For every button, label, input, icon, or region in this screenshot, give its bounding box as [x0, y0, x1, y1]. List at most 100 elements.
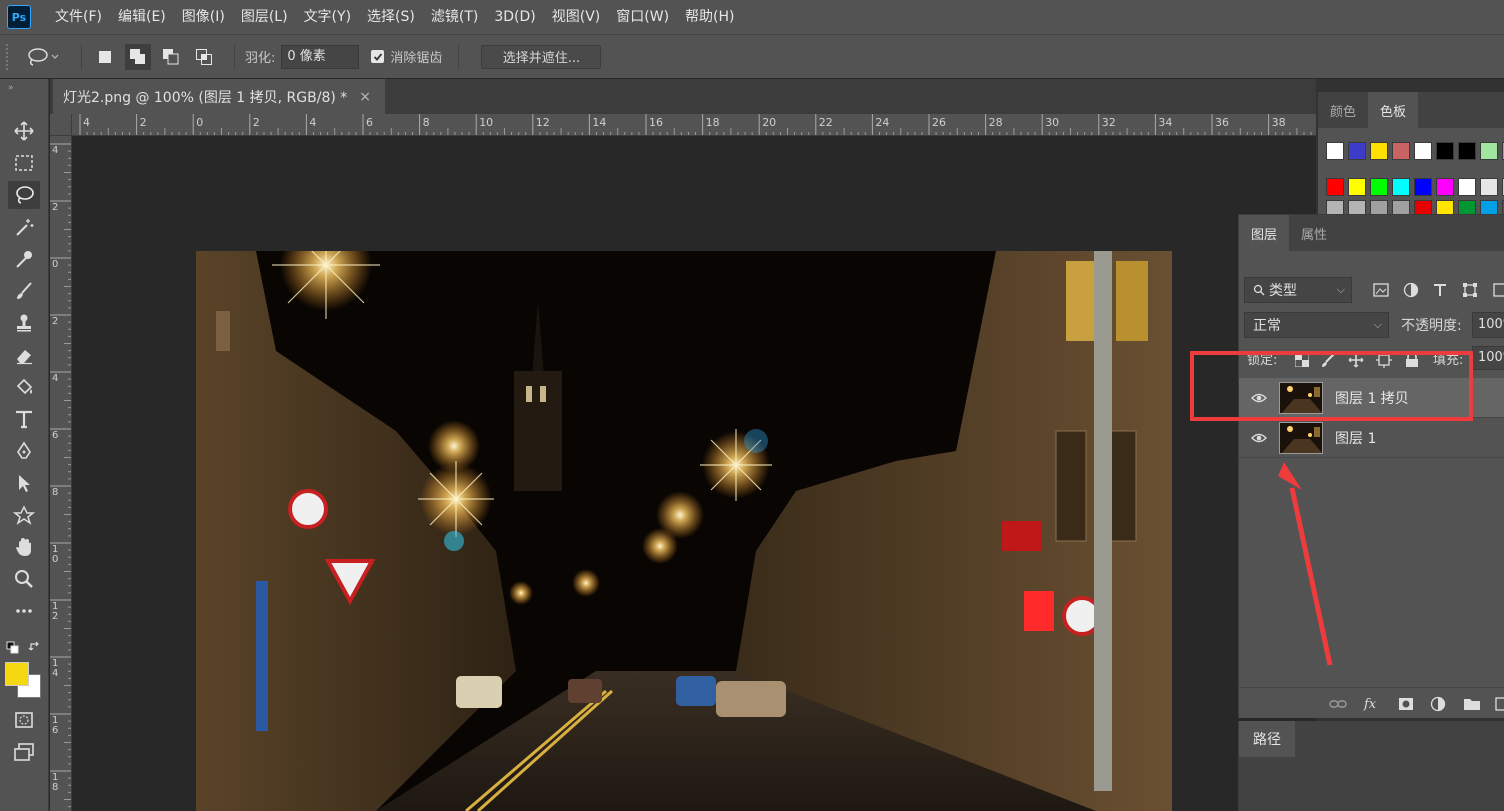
color-swatch[interactable] — [1436, 142, 1454, 160]
menu-item[interactable]: 文字(Y) — [296, 0, 359, 34]
link-layers-icon[interactable] — [1329, 695, 1347, 713]
more-tools-icon[interactable] — [8, 597, 40, 625]
brush-tool-icon[interactable] — [8, 277, 40, 305]
menu-item[interactable]: 编辑(E) — [110, 0, 174, 34]
ruler-tick-label: 0 — [196, 116, 204, 129]
color-swatch[interactable] — [1392, 178, 1410, 196]
filter-smart-object-icon[interactable] — [1491, 281, 1504, 299]
type-tool-icon[interactable] — [8, 405, 40, 433]
swap-colors-icon[interactable] — [28, 640, 42, 658]
pen-tool-icon[interactable] — [8, 437, 40, 465]
stamp-tool-icon[interactable] — [8, 309, 40, 337]
new-layer-icon[interactable] — [1493, 695, 1504, 713]
filter-shape-layers-icon[interactable] — [1461, 281, 1479, 299]
filter-adjustment-layers-icon[interactable] — [1402, 281, 1420, 299]
lasso-preset-icon[interactable] — [24, 44, 64, 70]
color-swatch[interactable] — [1436, 178, 1454, 196]
lasso-tool-icon[interactable] — [8, 181, 40, 209]
menu-item[interactable]: 滤镜(T) — [423, 0, 486, 34]
color-swatch[interactable] — [1480, 178, 1498, 196]
add-mask-icon[interactable] — [1397, 695, 1415, 713]
layers-tab[interactable]: 图层 — [1239, 215, 1290, 251]
feather-input[interactable]: 0 像素 — [281, 44, 360, 69]
color-swatch[interactable] — [1348, 142, 1366, 160]
menu-item[interactable]: 帮助(H) — [677, 0, 742, 34]
filter-pixel-layers-icon[interactable] — [1372, 281, 1390, 299]
path-selection-tool-icon[interactable] — [8, 469, 40, 497]
menu-item[interactable]: 图像(I) — [174, 0, 233, 34]
color-swatch[interactable] — [1458, 142, 1476, 160]
color-swatch[interactable] — [1458, 178, 1476, 196]
swatches-tab[interactable]: 颜色 — [1318, 92, 1368, 128]
screen-mode-icon[interactable] — [8, 738, 40, 766]
ruler-tick-label: 1 4 — [52, 658, 59, 679]
document-tab[interactable]: 灯光2.png @ 100% (图层 1 拷贝, RGB/8) * × — [53, 79, 385, 114]
new-group-icon[interactable] — [1463, 695, 1481, 713]
color-swatch[interactable] — [1414, 142, 1432, 160]
annotation-highlight-box — [1190, 351, 1473, 421]
menu-item[interactable]: 文件(F) — [47, 0, 110, 34]
antialias-label: 消除锯齿 — [390, 51, 443, 66]
opacity-input[interactable]: 100% — [1472, 312, 1504, 338]
new-adjustment-layer-icon[interactable] — [1429, 695, 1447, 713]
ruler-tick-label: 22 — [818, 116, 833, 129]
color-swatch[interactable] — [1348, 178, 1366, 196]
filter-type-layers-icon[interactable] — [1431, 281, 1449, 299]
menu-item[interactable]: 选择(S) — [359, 0, 423, 34]
color-swatch[interactable] — [1392, 142, 1410, 160]
ruler-tick-label: 1 0 — [52, 544, 59, 565]
foreground-color-swatch[interactable] — [5, 662, 29, 686]
night-street-image[interactable] — [196, 251, 1172, 811]
options-grip[interactable] — [6, 43, 12, 70]
tools-panel: » — [0, 79, 49, 811]
horizontal-ruler[interactable]: 4 2 0 2 4 6 8 10 12 14 16 18 20 22 24 26 28 30 32 34 36 38 — [50, 114, 1316, 136]
check-icon — [373, 52, 383, 61]
color-swatch[interactable] — [1370, 142, 1388, 160]
ruler-tick-label: 30 — [1045, 116, 1060, 129]
fill-input[interactable]: 100% — [1472, 346, 1504, 370]
new-selection-icon[interactable] — [92, 44, 118, 70]
marquee-tool-icon[interactable] — [8, 149, 40, 177]
select-and-mask-button[interactable]: 选择并遮住... — [481, 44, 602, 69]
antialias-checkbox[interactable] — [371, 50, 385, 63]
add-to-selection-icon[interactable] — [125, 43, 151, 70]
close-tab-icon[interactable]: × — [359, 89, 371, 105]
separator — [234, 43, 235, 70]
quick-mask-icon[interactable] — [8, 706, 40, 734]
color-swatch[interactable] — [1326, 142, 1344, 160]
paint-bucket-tool-icon[interactable] — [8, 373, 40, 401]
layer-filter-dropdown[interactable]: 类型 ⌵ — [1244, 277, 1352, 303]
vertical-ruler[interactable]: 4 2 0 2 4 6 8 1 0 1 2 1 4 1 6 1 8 — [50, 136, 72, 811]
ruler-origin[interactable] — [50, 114, 72, 136]
color-swatch[interactable] — [1414, 178, 1432, 196]
layer-row[interactable]: 图层 1 — [1239, 418, 1504, 458]
default-colors-icon[interactable] — [6, 641, 20, 659]
paths-tab[interactable]: 路径 — [1239, 721, 1295, 757]
move-tool-icon[interactable] — [8, 117, 40, 145]
ruler-tick-label: 4 — [83, 116, 90, 129]
eyedropper-tool-icon[interactable] — [8, 245, 40, 273]
hand-tool-icon[interactable] — [8, 533, 40, 561]
color-swatch[interactable] — [1370, 178, 1388, 196]
custom-shape-tool-icon[interactable] — [8, 501, 40, 529]
eraser-tool-icon[interactable] — [8, 341, 40, 369]
menu-item[interactable]: 窗口(W) — [608, 0, 677, 34]
blend-mode-dropdown[interactable]: 正常 ⌵ — [1244, 312, 1389, 338]
visibility-eye-icon[interactable] — [1239, 432, 1279, 444]
intersect-selection-icon[interactable] — [191, 44, 217, 70]
layers-tab[interactable]: 属性 — [1289, 215, 1339, 251]
zoom-tool-icon[interactable] — [8, 565, 40, 593]
menu-item[interactable]: 图层(L) — [233, 0, 296, 34]
menu-item[interactable]: 3D(D) — [486, 0, 543, 34]
collapse-toolbar-icon[interactable]: » — [8, 83, 14, 93]
color-swatch[interactable] — [1326, 178, 1344, 196]
photoshop-logo[interactable]: Ps — [7, 5, 31, 29]
swatches-tab[interactable]: 色板 — [1368, 92, 1419, 128]
menu-item[interactable]: 视图(V) — [544, 0, 609, 34]
chevron-down-icon: ⌵ — [1336, 283, 1345, 296]
layer-style-icon[interactable]: fx — [1363, 695, 1381, 713]
magic-wand-tool-icon[interactable] — [8, 213, 40, 241]
subtract-from-selection-icon[interactable] — [158, 44, 184, 70]
ruler-tick-label: 16 — [649, 116, 663, 129]
color-swatch[interactable] — [1480, 142, 1498, 160]
